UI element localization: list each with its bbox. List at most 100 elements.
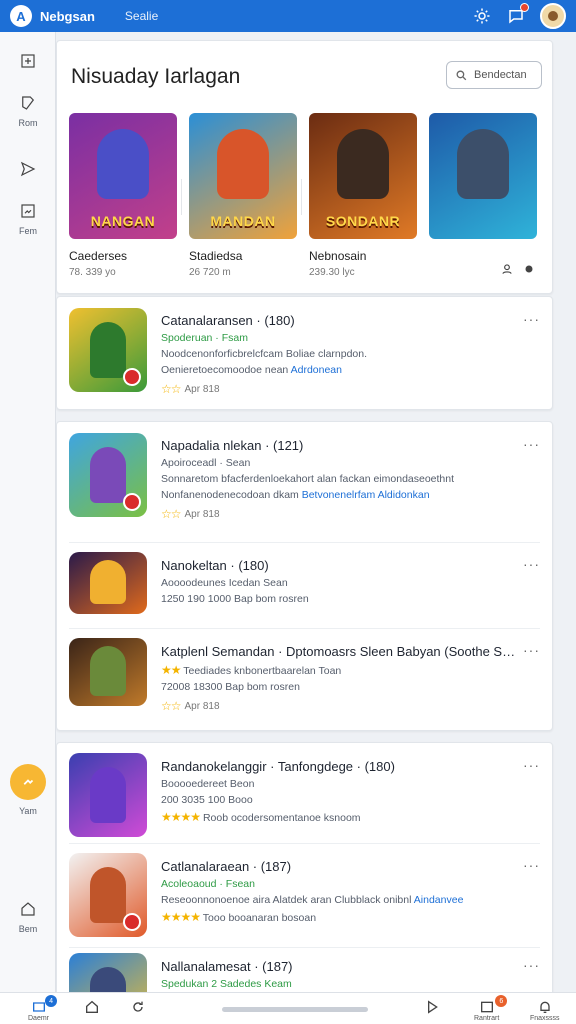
game-developer: Spedukan 2 Sadedes Keam xyxy=(161,978,292,990)
bottom-item-rantrart[interactable]: 6 Rantrart xyxy=(474,995,508,1022)
home-indicator[interactable] xyxy=(222,1007,368,1012)
game-title: Katplenl Semandan · Dptomoasrs Sleen Bab… xyxy=(161,644,518,659)
featured-tile[interactable]: MANDAN Stadiedsa 26 720 m xyxy=(189,113,303,278)
rail-item-image[interactable]: Fem xyxy=(0,202,56,236)
bottom-item-play[interactable] xyxy=(424,999,440,1015)
game-link[interactable]: Adrdonean xyxy=(291,364,342,376)
game-icon xyxy=(69,753,147,837)
featured-search-button[interactable]: Bendectan xyxy=(446,61,542,89)
game-icon xyxy=(69,552,147,614)
list-item[interactable]: Catlanalaraean · (187) Acoleoaoud · Fsea… xyxy=(57,845,552,945)
top-tab[interactable]: Sealie xyxy=(125,9,158,23)
bell-icon xyxy=(540,1001,550,1013)
settings-icon[interactable] xyxy=(472,6,492,26)
featured-sub: 239.30 lyc xyxy=(309,267,355,278)
list-item[interactable]: Katplenl Semandan · Dptomoasrs Sleen Bab… xyxy=(57,630,552,730)
game-title: Catlanalaraean · (187) xyxy=(161,859,292,874)
person-icon[interactable] xyxy=(500,262,514,276)
game-title: Napadalia nlekan · (121) xyxy=(161,438,304,453)
play-icon xyxy=(428,1000,438,1014)
list-item[interactable]: Napadalia nlekan · (121) Apoiroceadl · S… xyxy=(57,422,552,540)
game-developer: Spoderuan · Fsam xyxy=(161,332,248,344)
bottom-label: Rantrart xyxy=(474,1015,500,1022)
send-icon xyxy=(20,161,36,177)
refresh-icon xyxy=(133,1001,143,1012)
rail-label: Bem xyxy=(18,924,38,934)
game-description: 1250 190 1000 Bap bom rosren xyxy=(161,593,309,605)
bottom-item-fnax[interactable]: Fnaxssss xyxy=(530,999,560,1022)
share-icon[interactable] xyxy=(522,262,536,276)
list-item[interactable]: Nallanalamesat · (187) Spedukan 2 Sadede… xyxy=(57,949,552,992)
star-icon: ☆☆ xyxy=(161,507,181,521)
bottom-item-refresh[interactable] xyxy=(130,999,146,1015)
more-icon[interactable]: ··· xyxy=(523,757,540,773)
more-icon[interactable]: ··· xyxy=(523,436,540,452)
game-description-2: Nonfanenodenecodoan dkam Betvonenelrfam … xyxy=(161,489,430,501)
featured-card: Nisuaday Iarlagan Bendectan NANGAN Caede… xyxy=(56,40,553,294)
game-icon xyxy=(69,433,147,517)
game-description: Sonnaretom bfacferdenloekahort alan fack… xyxy=(161,473,455,485)
game-card: Randanokelanggir · Tanfongdege · (180) B… xyxy=(56,742,553,992)
notification-dot xyxy=(520,3,529,12)
rail-item-active[interactable]: Yam xyxy=(0,764,56,816)
tag-icon xyxy=(22,96,35,110)
top-app-bar: A Nebgsan Sealie xyxy=(0,0,576,32)
game-title: Catanalaransen · (180) xyxy=(161,313,295,328)
bottom-item-daemr[interactable]: 4 Daemr xyxy=(28,995,58,1022)
rail-label: Fem xyxy=(19,226,37,236)
game-description: 200 3035 100 Booo xyxy=(161,794,253,806)
game-title: Nallanalamesat · (187) xyxy=(161,959,293,974)
game-description-2: Oenieretoecomoodoe nean Adrdonean xyxy=(161,364,342,376)
more-icon[interactable]: ··· xyxy=(523,857,540,873)
home-icon xyxy=(86,1000,98,1013)
more-icon[interactable]: ··· xyxy=(523,556,540,572)
more-icon[interactable]: ··· xyxy=(523,957,540,973)
more-icon[interactable]: ··· xyxy=(523,311,540,327)
featured-tile[interactable]: NANGAN Caederses 78. 339 yo xyxy=(69,113,183,278)
game-icon xyxy=(69,853,147,937)
featured-tile[interactable]: SONDANR Nebnosain 239.30 lyc xyxy=(309,113,423,278)
game-description-2: ★★★★ Roob ocodersomentanoe ksnoom xyxy=(161,810,361,824)
featured-button-label: Bendectan xyxy=(474,69,527,81)
rail-item-send[interactable] xyxy=(0,160,56,178)
game-description: Reseoonnonoenoe aira Alatdek aran Clubbl… xyxy=(161,894,464,906)
bottom-bar: 4 Daemr 6 Rantrart Fnaxssss xyxy=(0,992,576,1024)
game-developer: Apoiroceadl · Sean xyxy=(161,457,251,469)
featured-name: Caederses xyxy=(69,249,128,263)
featured-image: SONDANR xyxy=(309,113,417,239)
bottom-item-home[interactable] xyxy=(84,999,100,1015)
game-description: Noodcenonforficbrelcfcam Boliae clarnpdo… xyxy=(161,348,368,360)
image-icon xyxy=(21,204,35,218)
rail-label: Yam xyxy=(19,806,37,816)
game-link[interactable]: Aindanvee xyxy=(414,894,464,906)
featured-image: MANDAN xyxy=(189,113,297,239)
main-content: Nisuaday Iarlagan Bendectan NANGAN Caede… xyxy=(56,32,576,992)
featured-image: NANGAN xyxy=(69,113,177,239)
game-description: 72008 18300 Bap bom rosren xyxy=(161,681,300,693)
search-icon xyxy=(456,70,467,80)
side-rail: Rom Fem Yam Bem xyxy=(0,32,56,992)
notification-badge: 4 xyxy=(45,995,58,1007)
list-item[interactable]: Catanalaransen · (180) Spoderuan · Fsam … xyxy=(57,297,552,411)
featured-sub: 26 720 m xyxy=(189,267,231,278)
more-icon[interactable]: ··· xyxy=(523,642,540,658)
list-item[interactable]: Nanokeltan · (180) Aoooodeunes Icedan Se… xyxy=(57,544,552,628)
bottom-label: Fnaxssss xyxy=(530,1015,560,1022)
rail-item-home[interactable]: Bem xyxy=(0,900,56,934)
featured-image xyxy=(429,113,537,239)
game-description-2: ★★★★ Tooo booanaran bosoan xyxy=(161,910,317,924)
list-item[interactable]: Randanokelanggir · Tanfongdege · (180) B… xyxy=(57,743,552,841)
rail-item-tag[interactable]: Rom xyxy=(0,94,56,128)
rail-item-add[interactable] xyxy=(0,52,56,70)
featured-tile[interactable] xyxy=(429,113,543,278)
app-logo[interactable]: A xyxy=(10,5,32,27)
game-link[interactable]: Betvonenelrfam Aldidonkan xyxy=(302,489,430,501)
home-icon xyxy=(21,902,35,916)
featured-title: Nisuaday Iarlagan xyxy=(71,65,241,88)
avatar[interactable] xyxy=(540,3,566,29)
chat-icon[interactable] xyxy=(506,3,529,26)
game-meta: Apr 818 xyxy=(184,383,220,395)
game-developer: Booooedereet Beon xyxy=(161,778,255,790)
game-title: Randanokelanggir · Tanfongdege · (180) xyxy=(161,759,395,774)
game-meta: Apr 818 xyxy=(184,700,220,712)
